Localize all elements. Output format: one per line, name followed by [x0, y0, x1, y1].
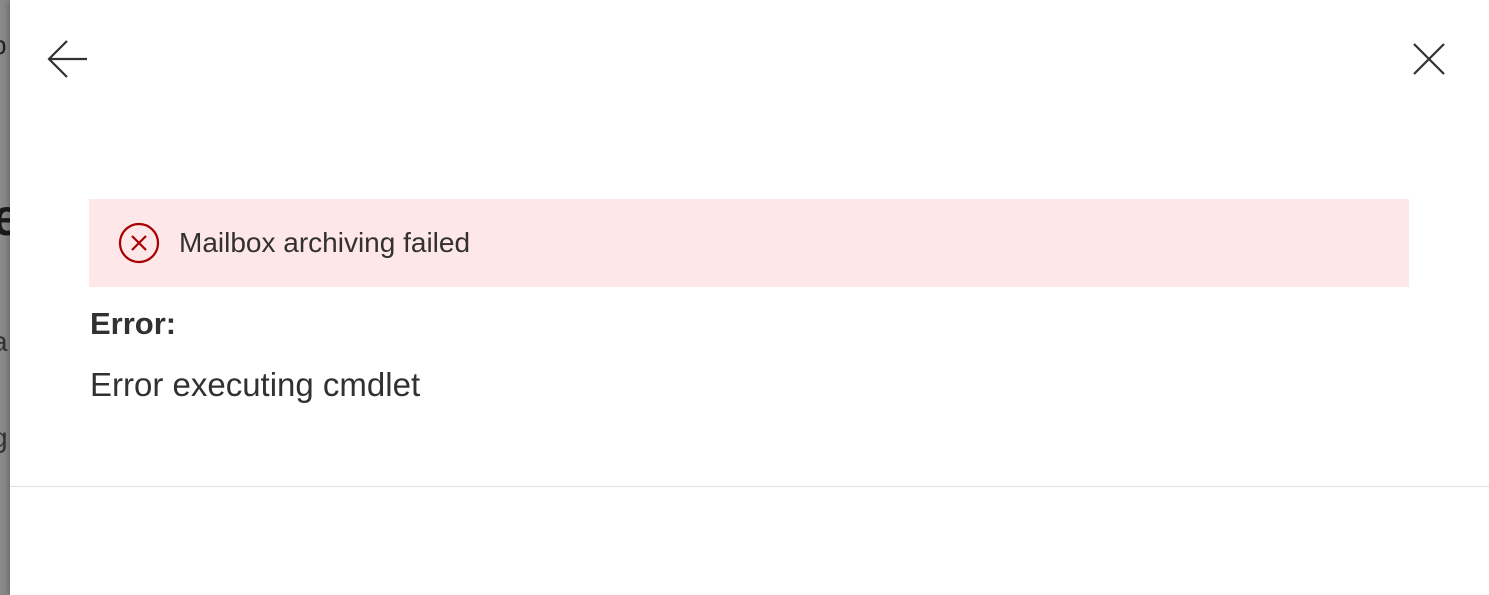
error-message-text: Mailbox archiving failed	[179, 227, 471, 258]
footer-divider	[10, 486, 1489, 487]
error-circle-icon	[118, 222, 160, 264]
close-icon	[1413, 43, 1445, 75]
background-text-fragment: p	[0, 30, 6, 61]
background-text-fragment: g	[0, 422, 8, 454]
error-message-bar: Mailbox archiving failed	[89, 199, 1409, 287]
back-button[interactable]	[44, 35, 92, 83]
background-page: p e a l g	[0, 0, 10, 595]
flyout-panel: Mailbox archiving failed Error: Error ex…	[10, 0, 1489, 595]
close-button[interactable]	[1405, 35, 1453, 83]
error-label: Error:	[90, 306, 177, 341]
arrow-left-icon	[47, 40, 87, 78]
background-text-fragment: a	[0, 326, 8, 358]
error-details: Error executing cmdlet	[90, 366, 421, 403]
background-text-fragment: e	[0, 188, 10, 248]
